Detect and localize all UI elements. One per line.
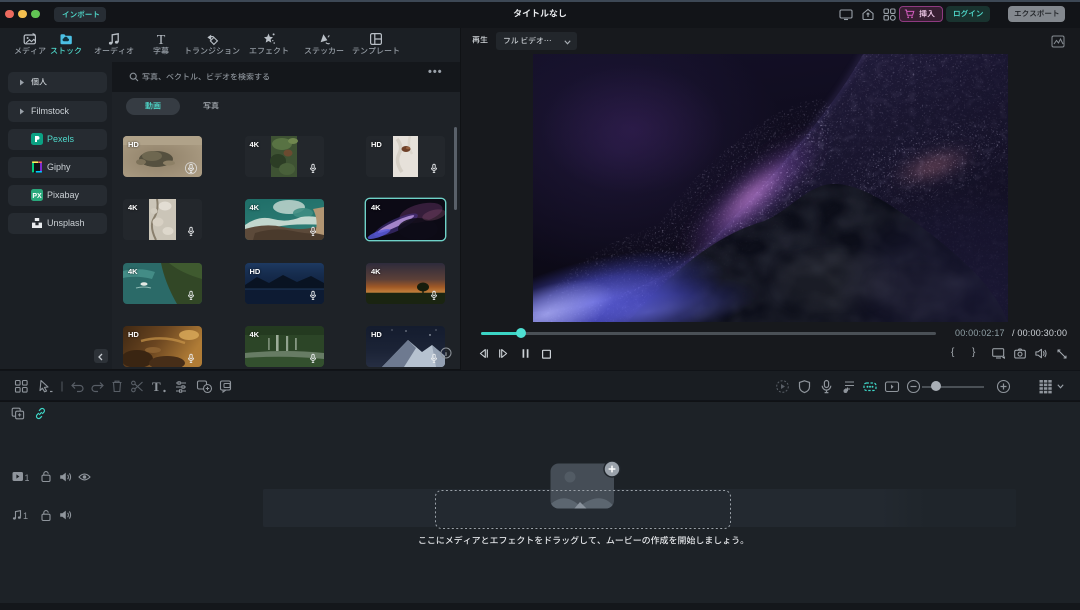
svg-text:1: 1: [23, 511, 28, 521]
svg-text:T: T: [157, 33, 166, 46]
svg-text:T: T: [152, 379, 161, 394]
svg-text:1: 1: [25, 472, 30, 482]
svg-text:PX: PX: [32, 193, 42, 200]
